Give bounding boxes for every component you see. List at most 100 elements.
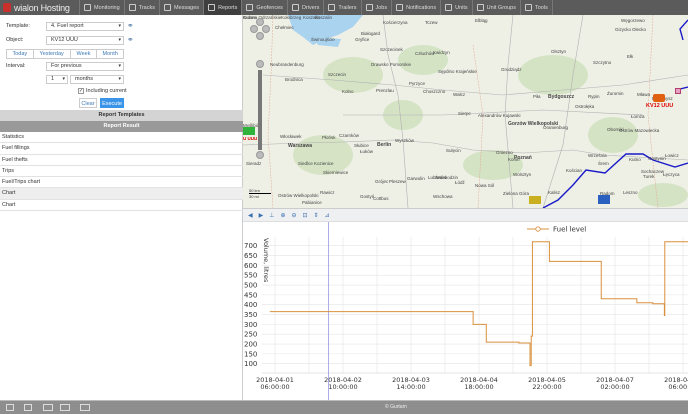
- including-current-label: Including current: [86, 88, 127, 94]
- city-label: Białogard: [361, 31, 381, 36]
- data-point: [549, 261, 550, 262]
- y-tick-label: 300: [244, 321, 257, 329]
- truck-icon[interactable]: [529, 196, 541, 204]
- execute-button[interactable]: Execute: [100, 98, 124, 108]
- y-tick-label: 600: [244, 262, 257, 270]
- city-label: Ostrołęka: [575, 104, 595, 109]
- link-icon[interactable]: ⚭: [127, 21, 134, 30]
- yesterday-button[interactable]: Yesterday: [34, 50, 71, 58]
- city-label: Choszczno: [423, 89, 446, 94]
- trailer-icon[interactable]: [80, 404, 90, 411]
- report-result-header[interactable]: Report Result: [0, 121, 243, 132]
- city-label: Szczecin: [328, 72, 347, 77]
- trailers-icon: [328, 4, 336, 11]
- clear-button[interactable]: Clear: [79, 98, 97, 108]
- zoom-out-button[interactable]: [256, 151, 264, 159]
- city-label: Olsztyn: [551, 49, 567, 54]
- including-current-checkbox[interactable]: ✓: [78, 88, 84, 94]
- zoom-in-icon[interactable]: ⊕: [280, 212, 285, 219]
- data-point: [530, 335, 532, 337]
- city-label: Łódź: [455, 180, 465, 185]
- nav-tools[interactable]: Tools: [521, 0, 553, 15]
- report-templates-header[interactable]: Report Templates: [0, 110, 243, 121]
- city-label: Drawsko Pomorskie: [371, 62, 412, 67]
- vehicle-icon[interactable]: [243, 127, 255, 135]
- city-label: Leszno: [623, 190, 638, 195]
- result-item[interactable]: Fuel/Trips chart: [0, 177, 243, 189]
- nav-drivers[interactable]: Drivers: [288, 0, 325, 15]
- city-label: Nowa Sól: [475, 183, 495, 188]
- nav-units[interactable]: Units: [441, 0, 473, 15]
- nav-geofences[interactable]: Geofences: [242, 0, 288, 15]
- city-label: Zielona Góra: [503, 191, 530, 196]
- truck-icon[interactable]: [653, 94, 665, 102]
- fuel-chart: 100 150 200 250 300 350 400 450 500 550 600 650 700 2…: [243, 222, 688, 400]
- today-button[interactable]: Today: [7, 50, 34, 58]
- result-item[interactable]: Chart: [0, 188, 243, 200]
- data-point: [652, 303, 654, 305]
- template-label: Template:: [6, 23, 30, 29]
- nav-messages[interactable]: Messages: [160, 0, 205, 15]
- y-tick-label: 450: [244, 291, 257, 299]
- truck-icon[interactable]: [598, 195, 610, 204]
- link-icon[interactable]: ⚭: [127, 35, 134, 44]
- result-item[interactable]: Fuel thefts: [0, 155, 243, 166]
- pan-down-button[interactable]: [256, 32, 264, 40]
- result-item[interactable]: Chart: [0, 200, 243, 212]
- count-select[interactable]: 1: [46, 75, 68, 84]
- status-bar: © Gurtam: [0, 400, 688, 414]
- nav-unit-groups[interactable]: Unit Groups: [473, 0, 521, 15]
- city-label: Żuromin: [607, 91, 624, 96]
- object-select[interactable]: KV12 UUU: [46, 36, 124, 45]
- result-item[interactable]: Fuel fillings: [0, 143, 243, 155]
- nav-monitoring[interactable]: Monitoring: [80, 0, 125, 15]
- y-tick-label: 100: [244, 360, 257, 368]
- zoom-out-icon[interactable]: ⊖: [292, 212, 297, 219]
- zoom-slider[interactable]: [258, 70, 262, 150]
- city-label: Kutno: [629, 157, 641, 162]
- interval-select[interactable]: For previous: [46, 62, 124, 71]
- nav-jobs[interactable]: Jobs: [362, 0, 393, 15]
- city-label: Pabianice: [302, 200, 322, 205]
- panel-toggle-icon[interactable]: [6, 404, 14, 411]
- cursor-icon[interactable]: ⇕: [314, 212, 319, 219]
- data-point: [664, 241, 666, 243]
- zoom-in-button[interactable]: [256, 60, 264, 68]
- nav-reports[interactable]: Reports: [204, 0, 243, 15]
- map[interactable]: Kołobrzeg Koszalin Koszalin Kościerzyna Tcze…: [243, 15, 688, 208]
- legend-marker: [535, 226, 541, 232]
- city-label: Prenzlau: [376, 88, 394, 93]
- city-label: Śrem: [598, 161, 609, 166]
- data-point: [600, 298, 602, 300]
- chart-svg: 100 150200 250 300 350 400 450500 550 600 650 700 2…: [244, 222, 688, 400]
- zoom-reset-icon[interactable]: ⊡: [303, 212, 308, 219]
- city-label: Kołobrzeg: [281, 15, 302, 20]
- week-button[interactable]: Week: [71, 50, 98, 58]
- pan-right-button[interactable]: [262, 25, 270, 33]
- city-label: Gniezno: [496, 150, 513, 155]
- zoom-y-icon[interactable]: ⊥: [269, 212, 274, 219]
- data-point: [472, 311, 474, 312]
- month-button[interactable]: Month: [97, 50, 123, 58]
- data-point: [476, 323, 477, 325]
- nav-tracks[interactable]: Tracks: [125, 0, 160, 15]
- city-label: Cottbus: [373, 196, 389, 201]
- settings-icon[interactable]: ⊿: [325, 212, 330, 219]
- nav-notifications[interactable]: Notifications: [392, 0, 442, 15]
- y-tick-label: 500: [244, 282, 257, 290]
- layout-icon[interactable]: [24, 404, 32, 411]
- prev-icon[interactable]: ◀: [248, 212, 253, 219]
- template-select[interactable]: 4. Fuel report: [46, 22, 124, 31]
- next-icon[interactable]: ▶: [259, 212, 264, 219]
- result-item[interactable]: Trips: [0, 166, 243, 178]
- result-item[interactable]: Statistics: [0, 132, 243, 144]
- nav-trailers[interactable]: Trailers: [324, 0, 362, 15]
- vehicle-icon[interactable]: [60, 404, 70, 411]
- marker-icon[interactable]: [675, 88, 681, 94]
- unit-select[interactable]: months: [70, 75, 124, 84]
- city-label: Kalisz: [548, 190, 561, 195]
- unit-icon[interactable]: [43, 404, 53, 411]
- unit-groups-icon: [476, 4, 484, 11]
- city-label: Kozienice: [314, 161, 334, 166]
- logo[interactable]: wialon Hosting: [0, 0, 80, 15]
